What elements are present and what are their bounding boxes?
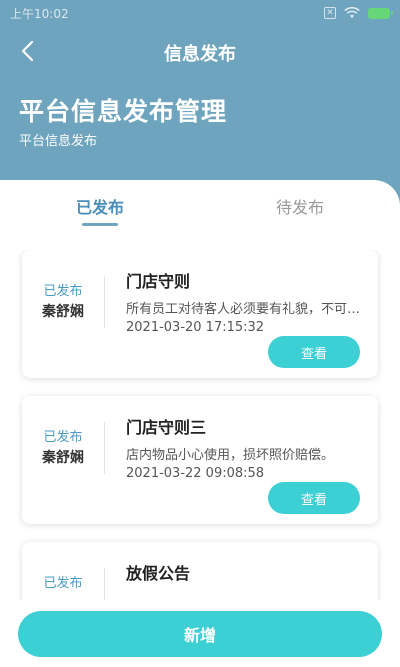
card-status: 已发布 bbox=[43, 576, 83, 591]
view-button[interactable]: 查看 bbox=[268, 336, 360, 368]
card-divider bbox=[104, 276, 105, 328]
card-title: 门店守则 bbox=[126, 272, 191, 291]
view-button[interactable]: 查看 bbox=[268, 482, 360, 514]
nav-title: 信息发布 bbox=[164, 44, 236, 65]
page-subtitle: 平台信息发布 bbox=[19, 134, 98, 149]
notice-card[interactable]: 已发布 放假公告 bbox=[22, 542, 378, 600]
tab-pending[interactable]: 待发布 bbox=[200, 194, 400, 218]
card-divider bbox=[104, 422, 105, 474]
tab-published[interactable]: 已发布 bbox=[0, 194, 200, 218]
add-button[interactable]: 新增 bbox=[18, 611, 382, 657]
card-author: 秦舒娴 bbox=[42, 450, 84, 466]
card-description: 店内物品小心使用，损坏照价赔偿。 bbox=[126, 448, 335, 463]
card-title: 门店守则三 bbox=[126, 418, 207, 437]
card-description: 所有员工对待客人必须要有礼貌，不可以… bbox=[126, 302, 362, 317]
card-time: 2021-03-20 17:15:32 bbox=[126, 320, 265, 335]
notice-list: 已发布 秦舒娴 门店守则 所有员工对待客人必须要有礼貌，不可以… 2021-03… bbox=[0, 250, 400, 600]
status-time: 上午10:02 bbox=[10, 6, 69, 21]
page-title: 平台信息发布管理 bbox=[19, 97, 228, 126]
card-divider bbox=[104, 568, 105, 600]
status-icons: ✕ bbox=[324, 7, 393, 19]
wifi-icon bbox=[344, 7, 360, 18]
notice-card[interactable]: 已发布 秦舒娴 门店守则三 店内物品小心使用，损坏照价赔偿。 2021-03-2… bbox=[22, 396, 378, 524]
card-title: 放假公告 bbox=[126, 564, 191, 583]
sim-off-icon: ✕ bbox=[324, 7, 336, 19]
card-author: 秦舒娴 bbox=[42, 304, 84, 320]
card-status: 已发布 bbox=[43, 284, 83, 299]
notice-card[interactable]: 已发布 秦舒娴 门店守则 所有员工对待客人必须要有礼貌，不可以… 2021-03… bbox=[22, 250, 378, 378]
nav-bar: 信息发布 bbox=[0, 30, 400, 74]
tab-bar: 已发布 待发布 bbox=[0, 180, 400, 232]
active-tab-indicator bbox=[82, 223, 118, 226]
battery-charging-icon bbox=[368, 7, 393, 19]
card-time: 2021-03-22 09:08:58 bbox=[126, 466, 265, 481]
status-bar: 上午10:02 ✕ bbox=[0, 0, 400, 26]
content-panel: 已发布 待发布 已发布 秦舒娴 门店守则 所有员工对待客人必须要有礼貌，不可以…… bbox=[0, 180, 400, 667]
card-status: 已发布 bbox=[43, 430, 83, 445]
